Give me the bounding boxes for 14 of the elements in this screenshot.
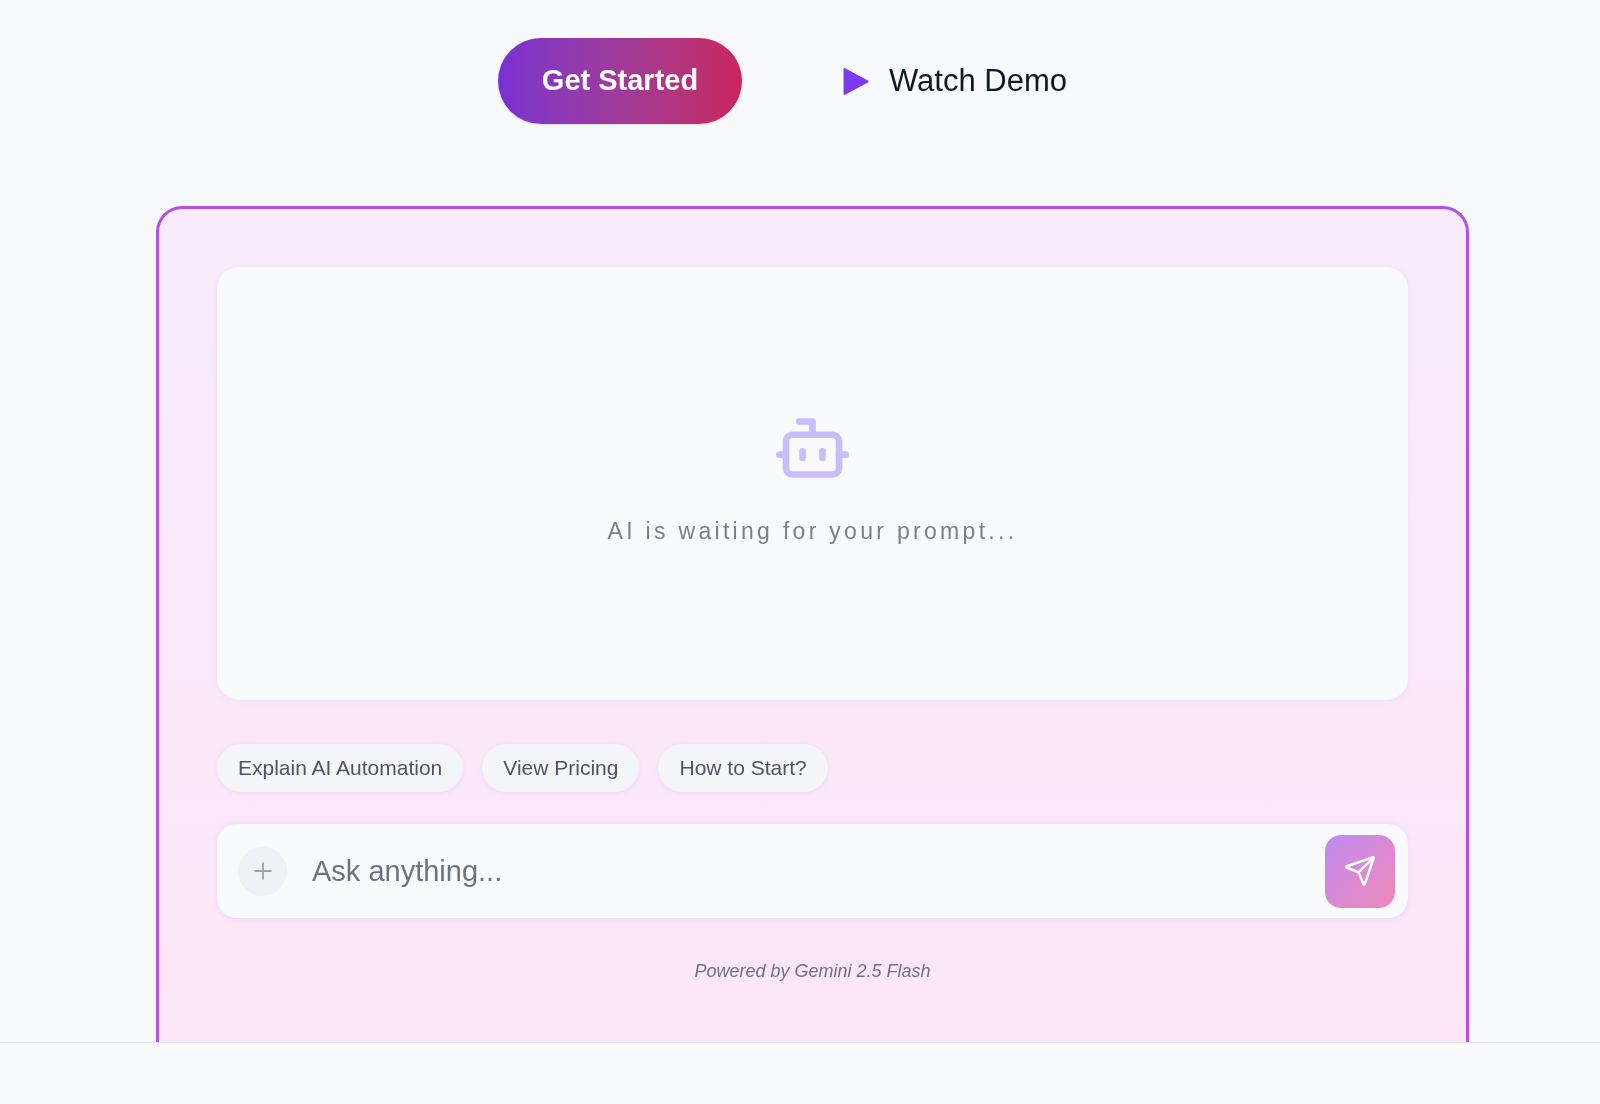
robot-icon <box>776 418 849 479</box>
get-started-button[interactable]: Get Started <box>498 38 742 124</box>
send-icon <box>1345 856 1375 886</box>
suggestion-chip[interactable]: View Pricing <box>482 744 640 792</box>
message-input[interactable]: Ask anything... <box>312 846 1325 896</box>
powered-by-note: Powered by Gemini 2.5 Flash <box>694 960 931 983</box>
play-icon <box>843 67 869 95</box>
message-field[interactable]: Ask anything... <box>217 824 1408 918</box>
suggestion-chip[interactable]: How to Start? <box>658 744 828 792</box>
plus-icon <box>253 862 272 880</box>
suggestion-chip[interactable]: Explain AI Automation <box>217 744 464 792</box>
watch-demo-button[interactable]: Watch Demo <box>839 38 1071 124</box>
attach-button[interactable] <box>238 846 287 896</box>
status-text: AI is waiting for your prompt... <box>607 517 1018 547</box>
